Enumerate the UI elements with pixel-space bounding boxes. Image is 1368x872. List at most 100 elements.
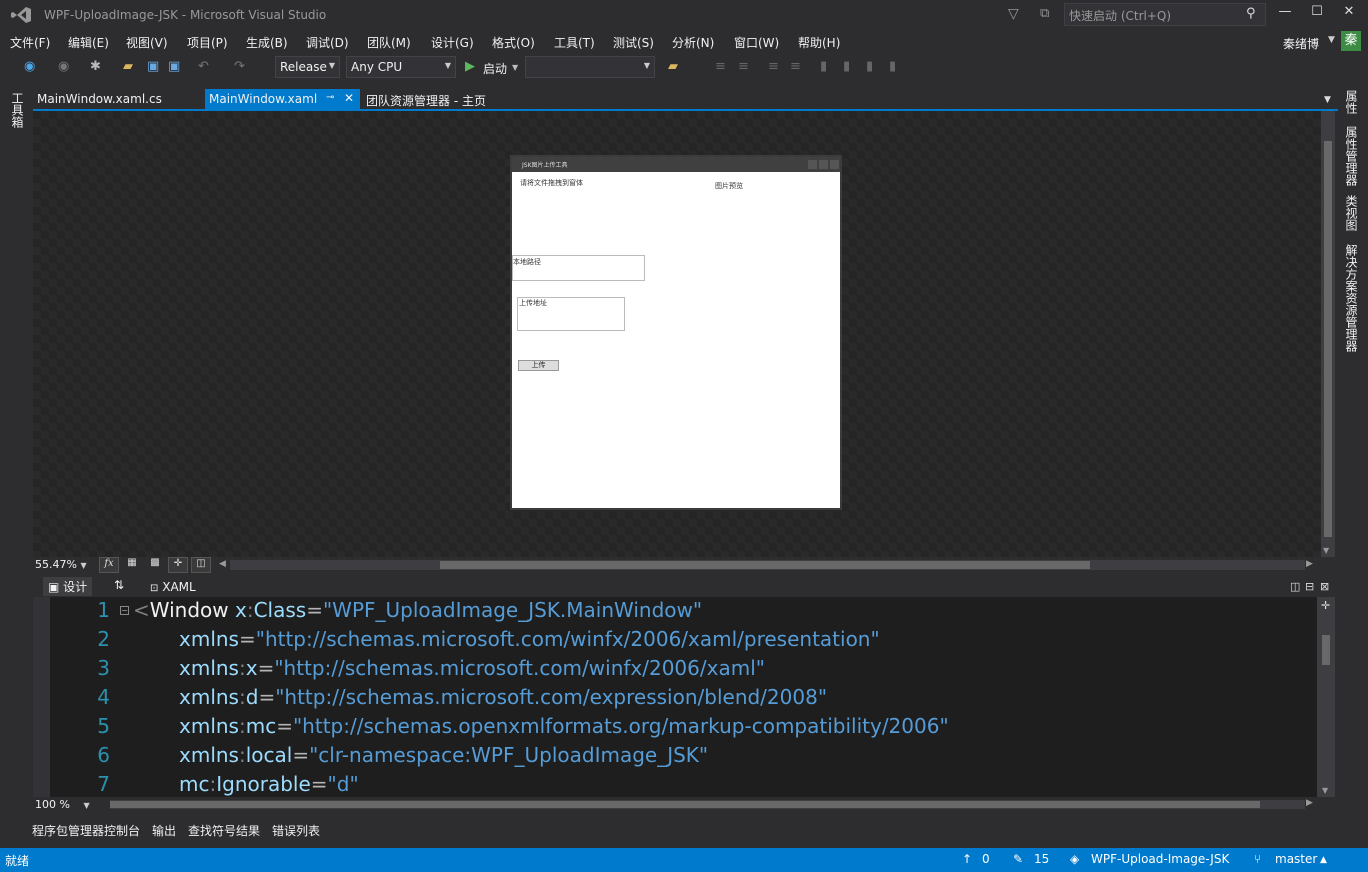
menu-project[interactable]: 项目(P) bbox=[187, 34, 228, 51]
comment-icon[interactable]: ≡ bbox=[768, 59, 779, 74]
property-manager-tab[interactable]: 属性管理器 bbox=[1343, 126, 1360, 186]
save-icon[interactable]: ▣ bbox=[147, 59, 159, 74]
split-handle-icon[interactable]: ✛ bbox=[1321, 599, 1330, 612]
snap-lines-icon[interactable]: ✛ bbox=[168, 557, 188, 573]
collapse-icon[interactable]: − bbox=[120, 606, 129, 615]
branch-icon[interactable]: ⑂ bbox=[1254, 852, 1261, 866]
tab-error-list[interactable]: 错误列表 bbox=[272, 822, 320, 839]
menu-design[interactable]: 设计(G) bbox=[431, 34, 474, 51]
properties-tab[interactable]: 属性 bbox=[1343, 90, 1360, 114]
vertical-split-icon[interactable]: ◫ bbox=[1290, 580, 1300, 593]
chevron-down-icon[interactable]: ▼ bbox=[1328, 35, 1335, 45]
editor-vertical-scrollbar[interactable]: ✛ ▼ bbox=[1317, 597, 1335, 797]
swap-panes-button[interactable]: ⇅ bbox=[114, 578, 124, 592]
solution-config-select[interactable]: Release ▼ bbox=[275, 56, 340, 78]
clear-bookmarks-icon[interactable]: ▮ bbox=[889, 59, 896, 74]
menu-edit[interactable]: 编辑(E) bbox=[68, 34, 109, 51]
branch-name[interactable]: master bbox=[1275, 852, 1317, 866]
start-button[interactable]: 启动 bbox=[483, 60, 507, 77]
next-bookmark-icon[interactable]: ▮ bbox=[866, 59, 873, 74]
search-icon[interactable]: ⚲ bbox=[1246, 6, 1256, 21]
design-pane-button[interactable]: ▣ 设计 bbox=[43, 577, 93, 596]
repository-name[interactable]: WPF-Upload-Image-JSK bbox=[1091, 852, 1229, 866]
redo-icon[interactable]: ↷ bbox=[234, 59, 245, 74]
tab-mainwindow-xaml-cs[interactable]: MainWindow.xaml.cs bbox=[33, 89, 166, 110]
menu-test[interactable]: 测试(S) bbox=[613, 34, 654, 51]
arrow-up-icon[interactable]: ↑ bbox=[962, 852, 972, 866]
play-icon[interactable]: ▶ bbox=[465, 59, 475, 74]
new-project-icon[interactable]: ✱ bbox=[90, 59, 101, 74]
scroll-right-icon[interactable]: ▶ bbox=[1306, 559, 1313, 569]
xaml-pane-button[interactable]: ⊡ XAML bbox=[150, 580, 196, 594]
bookmark-icon[interactable]: ▮ bbox=[820, 59, 827, 74]
chevron-down-icon[interactable]: ▼ bbox=[512, 63, 518, 72]
scroll-down-icon[interactable]: ▼ bbox=[1323, 546, 1329, 555]
pencil-icon[interactable]: ✎ bbox=[1013, 852, 1023, 866]
xaml-code-editor[interactable]: − 1 <Window x:Class="WPF_UploadImage_JSK.… bbox=[50, 597, 1317, 797]
scroll-thumb[interactable] bbox=[440, 561, 1090, 569]
menu-team[interactable]: 团队(M) bbox=[367, 34, 411, 51]
undo-icon[interactable]: ↶ bbox=[198, 59, 209, 74]
close-button[interactable]: ✕ bbox=[1338, 4, 1360, 24]
editor-zoom-select[interactable]: 100 % ▼ bbox=[35, 798, 90, 811]
designer-zoom-select[interactable]: 55.47% ▼ bbox=[35, 558, 95, 573]
pending-changes-count[interactable]: 15 bbox=[1034, 852, 1049, 866]
uncomment-icon[interactable]: ≡ bbox=[790, 59, 801, 74]
wpf-window-preview[interactable]: JSK图片上传工具 请将文件拖拽到窗体 图片预览 本地路径 上传地址 上传 bbox=[510, 155, 842, 510]
class-view-tab[interactable]: 类视图 bbox=[1343, 195, 1360, 231]
align-left-icon[interactable]: ≡ bbox=[715, 59, 726, 74]
menu-help[interactable]: 帮助(H) bbox=[798, 34, 840, 51]
project-code-icon[interactable]: ◫ bbox=[191, 557, 211, 573]
horizontal-split-icon[interactable]: ⊟ bbox=[1305, 580, 1314, 593]
target-select[interactable]: ▼ bbox=[525, 56, 655, 78]
find-in-files-icon[interactable]: ▰ bbox=[668, 59, 678, 74]
solution-explorer-tab[interactable]: 解决方案资源管理器 bbox=[1343, 244, 1360, 352]
repository-icon[interactable]: ◈ bbox=[1070, 852, 1079, 866]
user-name[interactable]: 秦绪博 bbox=[1283, 35, 1319, 52]
menu-build[interactable]: 生成(B) bbox=[246, 34, 288, 51]
collapse-pane-icon[interactable]: ⊠ bbox=[1320, 580, 1329, 593]
grid-icon[interactable]: ▦ bbox=[122, 557, 142, 573]
menu-tools[interactable]: 工具(T) bbox=[554, 34, 595, 51]
align-right-icon[interactable]: ≡ bbox=[738, 59, 749, 74]
designer-horizontal-scrollbar[interactable] bbox=[230, 560, 1305, 570]
open-folder-icon[interactable]: ▰ bbox=[123, 59, 133, 74]
avatar[interactable]: 秦 bbox=[1341, 31, 1361, 51]
scroll-thumb[interactable] bbox=[110, 801, 1260, 808]
minimize-button[interactable]: — bbox=[1274, 4, 1296, 24]
tab-package-manager-console[interactable]: 程序包管理器控制台 bbox=[32, 822, 140, 839]
scroll-right-icon[interactable]: ▶ bbox=[1306, 798, 1313, 808]
chevron-up-icon[interactable]: ▲ bbox=[1320, 855, 1327, 865]
tab-mainwindow-xaml[interactable]: MainWindow.xaml ⊸ ✕ bbox=[205, 89, 360, 110]
menu-window[interactable]: 窗口(W) bbox=[734, 34, 779, 51]
tab-overflow-chevron-icon[interactable]: ▼ bbox=[1324, 95, 1331, 105]
save-all-icon[interactable]: ▣ bbox=[168, 59, 180, 74]
scroll-thumb[interactable] bbox=[1322, 635, 1330, 665]
filter-icon[interactable]: ▽ bbox=[1008, 6, 1019, 22]
menu-debug[interactable]: 调试(D) bbox=[306, 34, 349, 51]
editor-horizontal-scrollbar[interactable] bbox=[110, 800, 1305, 809]
menu-view[interactable]: 视图(V) bbox=[126, 34, 168, 51]
back-icon[interactable]: ◉ bbox=[24, 59, 35, 74]
scroll-left-icon[interactable]: ◀ bbox=[219, 559, 226, 569]
scroll-down-icon[interactable]: ▼ bbox=[1322, 786, 1328, 795]
platform-select[interactable]: Any CPU ▼ bbox=[346, 56, 456, 78]
designer-vertical-scrollbar[interactable]: ▼ bbox=[1321, 111, 1335, 557]
fx-button[interactable]: fx bbox=[99, 557, 119, 573]
tab-team-explorer[interactable]: 团队资源管理器 - 主页 bbox=[362, 89, 490, 110]
menu-format[interactable]: 格式(O) bbox=[492, 34, 535, 51]
tab-find-symbol-results[interactable]: 查找符号结果 bbox=[188, 822, 260, 839]
tab-output[interactable]: 输出 bbox=[152, 822, 176, 839]
prev-bookmark-icon[interactable]: ▮ bbox=[843, 59, 850, 74]
snap-grid-icon[interactable]: ▩ bbox=[145, 557, 165, 573]
feedback-icon[interactable]: ⧉ bbox=[1040, 6, 1049, 21]
quick-launch-input[interactable]: 快速启动 (Ctrl+Q) bbox=[1064, 3, 1266, 26]
unpushed-commits-count[interactable]: 0 bbox=[982, 852, 990, 866]
menu-file[interactable]: 文件(F) bbox=[10, 34, 50, 51]
toolbox-tab[interactable]: 工具箱 bbox=[9, 92, 26, 128]
close-icon[interactable]: ✕ bbox=[344, 91, 354, 105]
scroll-thumb[interactable] bbox=[1324, 141, 1332, 537]
forward-icon[interactable]: ◉ bbox=[58, 59, 69, 74]
maximize-button[interactable]: ☐ bbox=[1306, 4, 1328, 24]
pin-icon[interactable]: ⊸ bbox=[326, 92, 334, 103]
